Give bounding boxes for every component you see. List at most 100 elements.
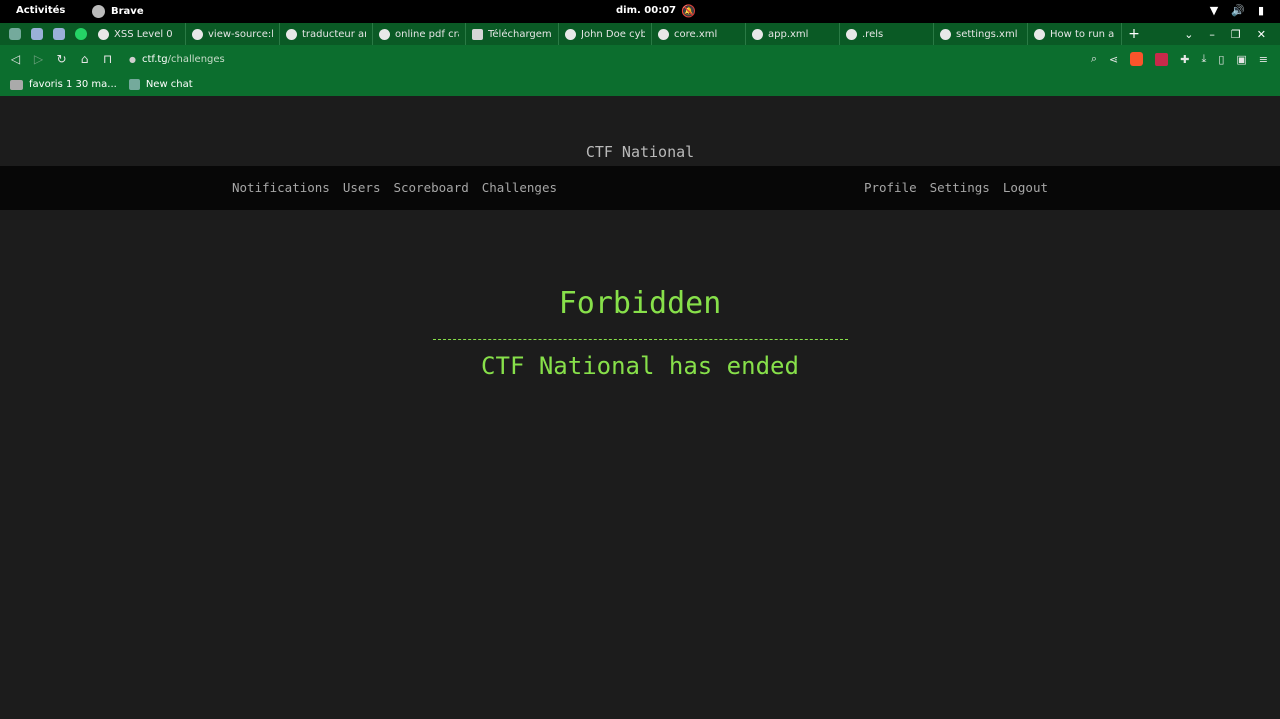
notifications-muted-icon: 🔕 (681, 4, 696, 18)
folder-icon (10, 79, 23, 90)
pinned-tab[interactable] (26, 23, 48, 45)
system-tray[interactable]: ▼ 🔊 ▮ (1210, 4, 1264, 17)
tab-label: core.xml (674, 28, 718, 40)
tab-label: Téléchargeme (488, 28, 552, 40)
brave-lion-icon (92, 5, 105, 18)
tab[interactable]: Téléchargeme (466, 23, 559, 45)
back-icon[interactable]: ◁ (4, 52, 27, 66)
toolbar-actions: ⌕ ⋖ ✚ ⤓ ▯ ▣ ≡ (1091, 52, 1280, 66)
pinned-tab[interactable] (70, 23, 92, 45)
battery-icon: ▮ (1257, 4, 1264, 17)
grid-icon (53, 28, 65, 40)
reload-icon[interactable]: ↻ (50, 52, 73, 66)
tab-label: online pdf cra (395, 28, 459, 40)
tab[interactable]: app.xml (746, 23, 840, 45)
brave-shields-icon[interactable] (1130, 52, 1144, 66)
close-icon[interactable]: ✕ (1257, 28, 1266, 41)
nav-settings[interactable]: Settings (930, 180, 990, 195)
chatgpt-icon (9, 28, 21, 40)
tab-label: app.xml (768, 28, 809, 40)
tab-label: John Doe cybe (581, 28, 645, 40)
bookmark-label: favoris 1 30 ma... (29, 79, 117, 90)
tab[interactable]: XSS Level 0 (92, 23, 186, 45)
tab[interactable]: online pdf cra (373, 23, 466, 45)
url-path: /challenges (167, 53, 225, 65)
share-icon[interactable]: ⋖ (1109, 53, 1118, 66)
tab-label: XSS Level 0 (114, 28, 173, 40)
tab[interactable]: traducteur an (280, 23, 373, 45)
globe-icon (846, 28, 857, 40)
sidebar-icon[interactable]: ▯ (1218, 53, 1224, 66)
forbidden-heading: Forbidden (558, 286, 722, 321)
tab-strip: XSS Level 0 view-source:h traducteur an … (0, 23, 1280, 45)
nav-profile[interactable]: Profile (864, 180, 917, 195)
tab[interactable]: .rels (840, 23, 934, 45)
download-icon (472, 28, 483, 40)
globe-icon (752, 28, 763, 40)
whatsapp-icon (75, 28, 87, 40)
new-tab-button[interactable]: + (1122, 26, 1146, 42)
restore-icon[interactable]: ❐ (1231, 28, 1241, 41)
ended-message: CTF National has ended (481, 352, 799, 380)
menu-icon[interactable]: ≡ (1259, 53, 1268, 66)
pinned-tab[interactable] (48, 23, 70, 45)
google-icon (286, 28, 297, 40)
system-top-bar: Activités Brave dim. 00:07 🔕 ▼ 🔊 ▮ (0, 0, 1280, 23)
tab[interactable]: John Doe cybe (559, 23, 652, 45)
globe-icon (1034, 28, 1045, 40)
clock[interactable]: dim. 00:07 (616, 5, 676, 16)
brave-rewards-icon[interactable] (1155, 52, 1169, 66)
nav-notifications[interactable]: Notifications (232, 180, 330, 195)
bookmark-icon[interactable]: ⊓ (96, 52, 119, 66)
activities-button[interactable]: Activités (16, 5, 65, 16)
pinned-tab[interactable] (4, 23, 26, 45)
site-title[interactable]: CTF National (0, 143, 1280, 161)
bookmark-new-chat[interactable]: New chat (128, 79, 193, 90)
navigation-bar: ◁ ▷ ↻ ⌂ ⊓ ● ctf.tg/challenges ⌕ ⋖ ✚ ⤓ ▯ … (0, 45, 1280, 73)
tab-label: settings.xml (956, 28, 1018, 40)
nav-left: Notifications Users Scoreboard Challenge… (232, 180, 557, 195)
app-name: Brave (111, 6, 144, 17)
home-icon[interactable]: ⌂ (73, 52, 96, 66)
globe-icon (940, 28, 951, 40)
extensions-icon[interactable]: ✚ (1180, 53, 1189, 66)
url-host: ctf.tg (141, 53, 168, 65)
tab-label: view-source:h (208, 28, 273, 40)
globe-icon (658, 28, 669, 40)
tab[interactable]: How to run a (1028, 23, 1122, 45)
tab[interactable]: view-source:h (186, 23, 280, 45)
volume-icon: 🔊 (1231, 4, 1245, 17)
nav-challenges[interactable]: Challenges (482, 180, 557, 195)
globe-icon (192, 28, 203, 40)
site-navbar: Notifications Users Scoreboard Challenge… (0, 166, 1280, 210)
tab-label: traducteur an (302, 28, 366, 40)
tab-label: .rels (862, 28, 884, 40)
bookmark-folder[interactable]: favoris 1 30 ma... (10, 79, 117, 90)
pinned-tabs (4, 23, 92, 45)
divider (433, 339, 848, 340)
nav-users[interactable]: Users (343, 180, 381, 195)
forward-icon[interactable]: ▷ (27, 52, 50, 66)
nav-scoreboard[interactable]: Scoreboard (393, 180, 468, 195)
globe-icon (98, 28, 109, 40)
tab[interactable]: core.xml (652, 23, 746, 45)
address-bar[interactable]: ● ctf.tg/challenges (129, 54, 225, 65)
wifi-icon: ▼ (1209, 4, 1219, 17)
google-icon (379, 28, 390, 40)
tab[interactable]: settings.xml (934, 23, 1028, 45)
tab-search-chevron-icon[interactable]: ⌄ (1184, 28, 1193, 41)
downloads-icon[interactable]: ⤓ (1201, 52, 1206, 66)
chatgpt-icon (128, 79, 140, 90)
page-content: CTF National Notifications Users Scorebo… (0, 96, 1280, 719)
minimize-icon[interactable]: – (1209, 28, 1215, 41)
nav-logout[interactable]: Logout (1003, 180, 1048, 195)
bookmarks-bar: favoris 1 30 ma... New chat (0, 73, 1280, 96)
lock-icon: ● (129, 54, 136, 64)
app-menu[interactable]: Brave (92, 5, 144, 18)
zoom-icon[interactable]: ⌕ (1091, 52, 1097, 66)
grid-icon (31, 28, 43, 40)
google-icon (565, 28, 576, 40)
wallet-icon[interactable]: ▣ (1236, 53, 1246, 66)
bookmark-label: New chat (145, 79, 193, 90)
window-controls: ⌄ – ❐ ✕ (1184, 28, 1280, 41)
